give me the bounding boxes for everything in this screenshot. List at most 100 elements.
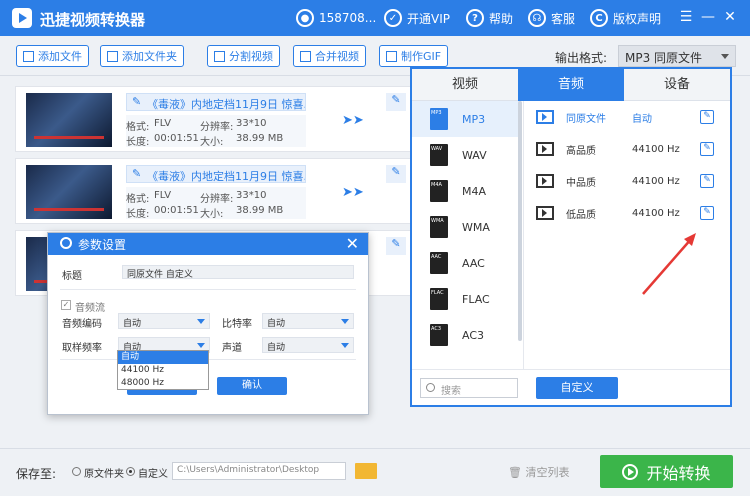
vip-button[interactable]: ✓ 开通VIP xyxy=(384,8,450,28)
confirm-button[interactable]: 确认 xyxy=(217,377,287,395)
quality-value: 自动 xyxy=(632,113,652,125)
add-file-button[interactable]: 添加文件 xyxy=(16,45,89,67)
format-item-wma[interactable]: WMA WMA xyxy=(412,209,520,245)
dropdown-option[interactable]: 44100 Hz xyxy=(118,364,208,377)
menu-icon[interactable]: ☰ xyxy=(678,9,694,25)
format-item-m4a[interactable]: M4A M4A xyxy=(412,173,520,209)
m4a-file-icon: M4A xyxy=(430,180,448,202)
format-item-aac[interactable]: AAC AAC xyxy=(412,245,520,281)
tab-audio[interactable]: 音频 xyxy=(518,69,624,101)
dropdown-option[interactable]: 自动 xyxy=(118,351,208,364)
clear-list-label: 清空列表 xyxy=(525,466,570,479)
quality-name: 同原文件 xyxy=(566,113,606,125)
app-title: 迅捷视频转换器 xyxy=(40,11,146,29)
tab-video[interactable]: 视频 xyxy=(412,69,518,101)
source-folder-label: 原文件夹 xyxy=(84,469,124,480)
clear-list-button[interactable]: 🗑 清空列表 xyxy=(508,464,569,480)
tab-device[interactable]: 设备 xyxy=(624,69,730,101)
edit-icon[interactable]: ✎ xyxy=(386,93,406,111)
format-value: FLV xyxy=(154,118,172,129)
size-value: 38.99 MB xyxy=(236,133,284,144)
close-button[interactable]: ✕ xyxy=(722,9,738,25)
quality-row[interactable]: 中品质 44100 Hz ✎ xyxy=(526,165,730,197)
samplerate-label: 取样频率 xyxy=(62,343,102,354)
output-format-select[interactable]: MP3 同原文件 xyxy=(618,45,736,67)
format-item-ac3[interactable]: AC3 AC3 xyxy=(412,317,520,353)
bitrate-select[interactable]: 自动 xyxy=(262,313,354,329)
duration-label: 长度: xyxy=(126,209,150,220)
edit-icon[interactable]: ✎ xyxy=(700,206,714,220)
format-label: AC3 xyxy=(462,328,485,342)
dialog-title: 参数设置 xyxy=(78,238,127,252)
make-gif-button[interactable]: 制作GIF xyxy=(379,45,449,67)
audio-stream-checkbox[interactable]: ✓ xyxy=(61,300,71,310)
audio-codec-select[interactable]: 自动 xyxy=(118,313,210,329)
file-name[interactable]: 《毒液》内地定档11月9日 惊喜. xyxy=(126,165,306,183)
edit-icon[interactable]: ✎ xyxy=(386,165,406,183)
service-button[interactable]: ☊ 客服 xyxy=(528,8,575,28)
format-label: AAC xyxy=(462,256,485,270)
account-button[interactable]: ● 158708... xyxy=(296,8,376,28)
title-input[interactable]: 同原文件 自定义 xyxy=(122,265,354,280)
custom-button[interactable]: 自定义 xyxy=(536,377,618,399)
vip-label: 开通VIP xyxy=(407,11,450,26)
title-label: 标题 xyxy=(62,271,82,282)
add-folder-label: 添加文件夹 xyxy=(122,50,177,63)
duration-label: 长度: xyxy=(126,137,150,148)
channel-select[interactable]: 自动 xyxy=(262,337,354,353)
duration-value: 00:01:51 xyxy=(154,133,199,144)
format-label: M4A xyxy=(462,184,487,198)
source-folder-radio[interactable] xyxy=(72,467,81,476)
dropdown-option[interactable]: 48000 Hz xyxy=(118,377,208,390)
format-item-wav[interactable]: WAV WAV xyxy=(412,137,520,173)
quality-row[interactable]: 高品质 44100 Hz ✎ xyxy=(526,133,730,165)
app-logo-icon xyxy=(12,8,32,28)
custom-folder-radio[interactable] xyxy=(126,467,135,476)
size-value: 38.99 MB xyxy=(236,205,284,216)
start-convert-button[interactable]: 开始转换 xyxy=(600,455,733,488)
format-list: MP3 MP3 WAV WAV M4A M4A WMA WMA AAC AAC FLAC F… xyxy=(412,101,524,369)
resolution-value: 33*10 xyxy=(236,118,267,129)
close-icon[interactable]: ✕ xyxy=(346,234,359,253)
format-item-flac[interactable]: FLAC FLAC xyxy=(412,281,520,317)
edit-icon[interactable]: ✎ xyxy=(700,110,714,124)
format-label: FLAC xyxy=(462,292,490,306)
dialog-header: 参数设置 ✕ xyxy=(48,233,368,255)
minimize-button[interactable]: — xyxy=(700,9,716,25)
scissors-icon xyxy=(214,50,225,62)
output-format-label: 输出格式: xyxy=(555,51,608,65)
video-file-icon xyxy=(536,174,554,188)
folder-icon[interactable] xyxy=(355,463,377,479)
format-label: WMA xyxy=(462,220,490,234)
split-video-button[interactable]: 分割视频 xyxy=(207,45,280,67)
play-icon xyxy=(622,463,639,480)
quality-value: 44100 Hz xyxy=(632,175,680,187)
custom-folder-label: 自定义 xyxy=(138,469,168,480)
help-button[interactable]: ? 帮助 xyxy=(466,8,513,28)
file-row[interactable]: 《毒液》内地定档11月9日 惊喜. 格式: FLV 分辨率: 33*10 长度:… xyxy=(15,158,415,224)
audio-codec-value: 自动 xyxy=(123,319,142,329)
format-label: WAV xyxy=(462,148,487,162)
edit-icon[interactable]: ✎ xyxy=(700,142,714,156)
format-search-input[interactable]: 搜索 xyxy=(420,378,518,398)
format-tabs: 视频 音频 设备 xyxy=(412,69,730,101)
samplerate-dropdown: 自动 44100 Hz 48000 Hz xyxy=(117,350,209,390)
add-folder-button[interactable]: 添加文件夹 xyxy=(100,45,184,67)
folder-icon xyxy=(107,50,118,62)
edit-icon[interactable]: ✎ xyxy=(700,174,714,188)
gif-icon xyxy=(386,50,397,62)
edit-icon[interactable]: ✎ xyxy=(386,237,406,255)
quality-row[interactable]: 同原文件 自动 ✎ xyxy=(526,101,730,133)
merge-video-button[interactable]: 合并视频 xyxy=(293,45,366,67)
video-file-icon xyxy=(536,110,554,124)
file-name[interactable]: 《毒液》内地定档11月9日 惊喜. xyxy=(126,93,306,111)
quality-row[interactable]: 低品质 44100 Hz ✎ xyxy=(526,197,730,229)
file-row[interactable]: 《毒液》内地定档11月9日 惊喜. 格式: FLV 分辨率: 33*10 长度:… xyxy=(15,86,415,152)
copyright-button[interactable]: C 版权声明 xyxy=(590,8,661,28)
output-path-input[interactable]: C:\Users\Administrator\Desktop xyxy=(172,462,346,480)
scrollbar[interactable] xyxy=(518,101,522,341)
resolution-label: 分辨率: xyxy=(200,122,234,133)
audio-stream-label: 音频流 xyxy=(75,303,105,314)
save-to-label: 保存至: xyxy=(16,467,57,481)
format-item-mp3[interactable]: MP3 MP3 xyxy=(412,101,520,137)
